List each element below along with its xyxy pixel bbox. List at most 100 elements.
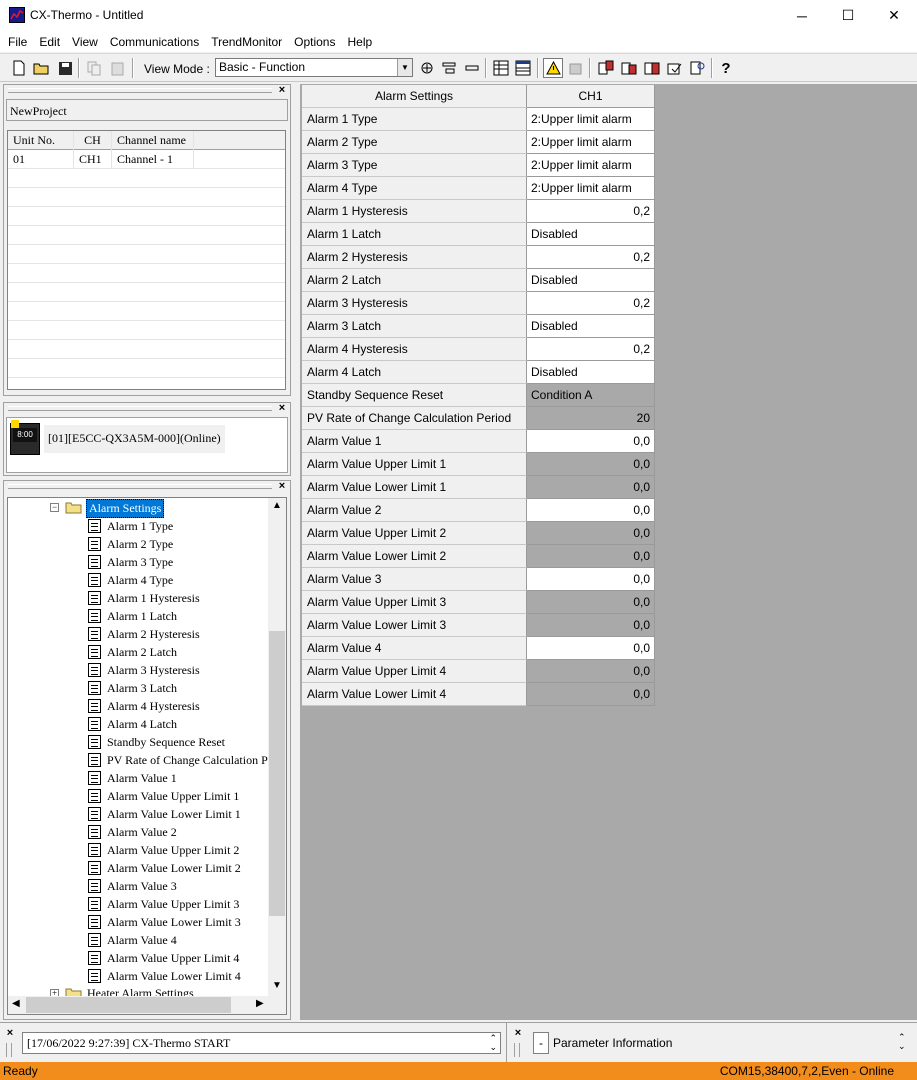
save-icon[interactable] — [55, 58, 75, 78]
param-row[interactable]: Alarm 4 Hysteresis 0,2 — [302, 338, 655, 361]
view-mode-select[interactable]: Basic - Function ▼ — [215, 58, 413, 77]
tree-item[interactable]: Alarm 2 Latch — [88, 643, 177, 661]
scrollbar-thumb[interactable] — [26, 997, 231, 1013]
param-value[interactable]: 0,2 — [527, 338, 655, 361]
verify-icon[interactable] — [665, 58, 685, 78]
param-row[interactable]: Alarm 2 Type 2:Upper limit alarm — [302, 131, 655, 154]
menu-view[interactable]: View — [66, 35, 104, 49]
search-device-icon[interactable] — [688, 58, 708, 78]
tree-item[interactable]: Alarm Value Lower Limit 4 — [88, 967, 241, 985]
param-row[interactable]: Alarm Value 4 0,0 — [302, 637, 655, 660]
param-row[interactable]: Alarm 4 Latch Disabled — [302, 361, 655, 384]
open-folder-icon[interactable] — [32, 58, 52, 78]
param-row[interactable]: Alarm Value Upper Limit 2 0,0 — [302, 522, 655, 545]
param-row[interactable]: Alarm 3 Hysteresis 0,2 — [302, 292, 655, 315]
menu-options[interactable]: Options — [288, 35, 341, 49]
param-row[interactable]: Alarm Value Lower Limit 3 0,0 — [302, 614, 655, 637]
param-row[interactable]: Alarm Value 3 0,0 — [302, 568, 655, 591]
param-value[interactable]: Disabled — [527, 315, 655, 338]
param-row[interactable]: Standby Sequence Reset Condition A — [302, 384, 655, 407]
tree-item[interactable]: Alarm Value Lower Limit 3 — [88, 913, 241, 931]
tree-item[interactable]: Alarm 1 Latch — [88, 607, 177, 625]
param-row[interactable]: Alarm Value Upper Limit 4 0,0 — [302, 660, 655, 683]
param-row[interactable]: Alarm Value 1 0,0 — [302, 430, 655, 453]
project-name[interactable]: NewProject — [10, 104, 67, 119]
param-row[interactable]: Alarm 1 Latch Disabled — [302, 223, 655, 246]
collapse-icon[interactable] — [462, 58, 482, 78]
tree-item[interactable]: Alarm Value Lower Limit 2 — [88, 859, 241, 877]
minimize-button[interactable]: ─ — [779, 0, 825, 31]
expand-icon[interactable] — [417, 58, 437, 78]
param-value[interactable]: Disabled — [527, 269, 655, 292]
tree-item[interactable]: Alarm 2 Type — [88, 535, 173, 553]
param-value[interactable]: Disabled — [527, 361, 655, 384]
tree-icon[interactable] — [439, 58, 459, 78]
tree-item[interactable]: Alarm Value Upper Limit 1 — [88, 787, 239, 805]
tree-vertical-scrollbar[interactable]: ▲ ▼ — [268, 498, 286, 996]
menu-communications[interactable]: Communications — [104, 35, 205, 49]
help-icon[interactable]: ? — [716, 58, 736, 78]
tree-item[interactable]: Alarm Value Upper Limit 2 — [88, 841, 239, 859]
close-project-panel-button[interactable]: × — [276, 85, 288, 97]
col-ch[interactable]: CH — [74, 131, 112, 150]
scrollbar-thumb[interactable] — [269, 631, 285, 916]
copy-icon[interactable] — [84, 58, 104, 78]
collapse-toggle-icon[interactable]: − — [50, 503, 59, 512]
param-value[interactable]: 0,2 — [527, 246, 655, 269]
param-row[interactable]: Alarm Value Lower Limit 2 0,0 — [302, 545, 655, 568]
param-value[interactable]: 0,0 — [527, 568, 655, 591]
menu-file[interactable]: File — [2, 35, 33, 49]
new-file-icon[interactable] — [9, 58, 29, 78]
tree-item[interactable]: Alarm Value Upper Limit 4 — [88, 949, 239, 967]
warning-icon[interactable] — [543, 58, 563, 78]
compare-icon[interactable] — [642, 58, 662, 78]
device-label[interactable]: [01][E5CC-QX3A5M-000](Online) — [44, 425, 225, 453]
param-value[interactable]: Disabled — [527, 223, 655, 246]
tree-item[interactable]: Alarm Value 4 — [88, 931, 177, 949]
param-value[interactable]: 0,0 — [527, 637, 655, 660]
param-row[interactable]: Alarm Value 2 0,0 — [302, 499, 655, 522]
tree-item[interactable]: PV Rate of Change Calculation Pe — [88, 751, 273, 769]
tree-item[interactable]: Alarm 4 Hysteresis — [88, 697, 200, 715]
transfer-from-device-icon[interactable] — [619, 58, 639, 78]
list-view-icon[interactable] — [513, 58, 533, 78]
tree-item[interactable]: Alarm 4 Latch — [88, 715, 177, 733]
tree-item[interactable]: Alarm 1 Type — [88, 517, 173, 535]
menu-edit[interactable]: Edit — [33, 35, 66, 49]
param-row[interactable]: Alarm 1 Type 2:Upper limit alarm — [302, 108, 655, 131]
transfer-to-device-icon[interactable] — [596, 58, 616, 78]
param-row[interactable]: PV Rate of Change Calculation Period 20 — [302, 407, 655, 430]
scroll-up-icon[interactable]: ▲ — [272, 500, 282, 511]
param-row[interactable]: Alarm 4 Type 2:Upper limit alarm — [302, 177, 655, 200]
param-row[interactable]: Alarm Value Upper Limit 3 0,0 — [302, 591, 655, 614]
col-unit-no[interactable]: Unit No. — [8, 131, 74, 150]
scroll-left-icon[interactable]: ◀ — [12, 998, 20, 1009]
device-icon[interactable] — [565, 58, 585, 78]
menu-trendmonitor[interactable]: TrendMonitor — [205, 35, 288, 49]
param-value[interactable]: 0,0 — [527, 499, 655, 522]
tree-item[interactable]: Alarm 4 Type — [88, 571, 173, 589]
param-row[interactable]: Alarm Value Lower Limit 4 0,0 — [302, 683, 655, 706]
param-row[interactable]: Alarm 2 Latch Disabled — [302, 269, 655, 292]
close-tree-panel-button[interactable]: × — [276, 481, 288, 493]
param-value[interactable]: 0,2 — [527, 200, 655, 223]
param-row[interactable]: Alarm Value Upper Limit 1 0,0 — [302, 453, 655, 476]
maximize-button[interactable]: ☐ — [825, 0, 871, 31]
tree-item[interactable]: Alarm Value 3 — [88, 877, 177, 895]
tree-item[interactable]: Alarm Value 1 — [88, 769, 177, 787]
chevron-down-icon[interactable]: ▼ — [397, 59, 412, 76]
log-spinner-icon[interactable]: ⌃ ⌄ — [489, 1034, 497, 1052]
param-value[interactable]: 2:Upper limit alarm — [527, 177, 655, 200]
tree-item[interactable]: Alarm 3 Type — [88, 553, 173, 571]
param-info-toggle-button[interactable]: - — [533, 1032, 549, 1054]
tree-horizontal-scrollbar[interactable]: ◀ ▶ — [8, 996, 286, 1014]
param-row[interactable]: Alarm 1 Hysteresis 0,2 — [302, 200, 655, 223]
table-row[interactable]: 01 CH1 Channel - 1 — [8, 150, 285, 169]
log-output[interactable]: [17/06/2022 9:27:39] CX-Thermo START ⌃ ⌄ — [22, 1032, 501, 1054]
param-row[interactable]: Alarm 3 Type 2:Upper limit alarm — [302, 154, 655, 177]
close-log-button[interactable]: × — [4, 1028, 16, 1040]
param-value[interactable]: 0,2 — [527, 292, 655, 315]
param-value[interactable]: 2:Upper limit alarm — [527, 154, 655, 177]
tree-item[interactable]: Alarm Value 2 — [88, 823, 177, 841]
param-value[interactable]: 0,0 — [527, 430, 655, 453]
